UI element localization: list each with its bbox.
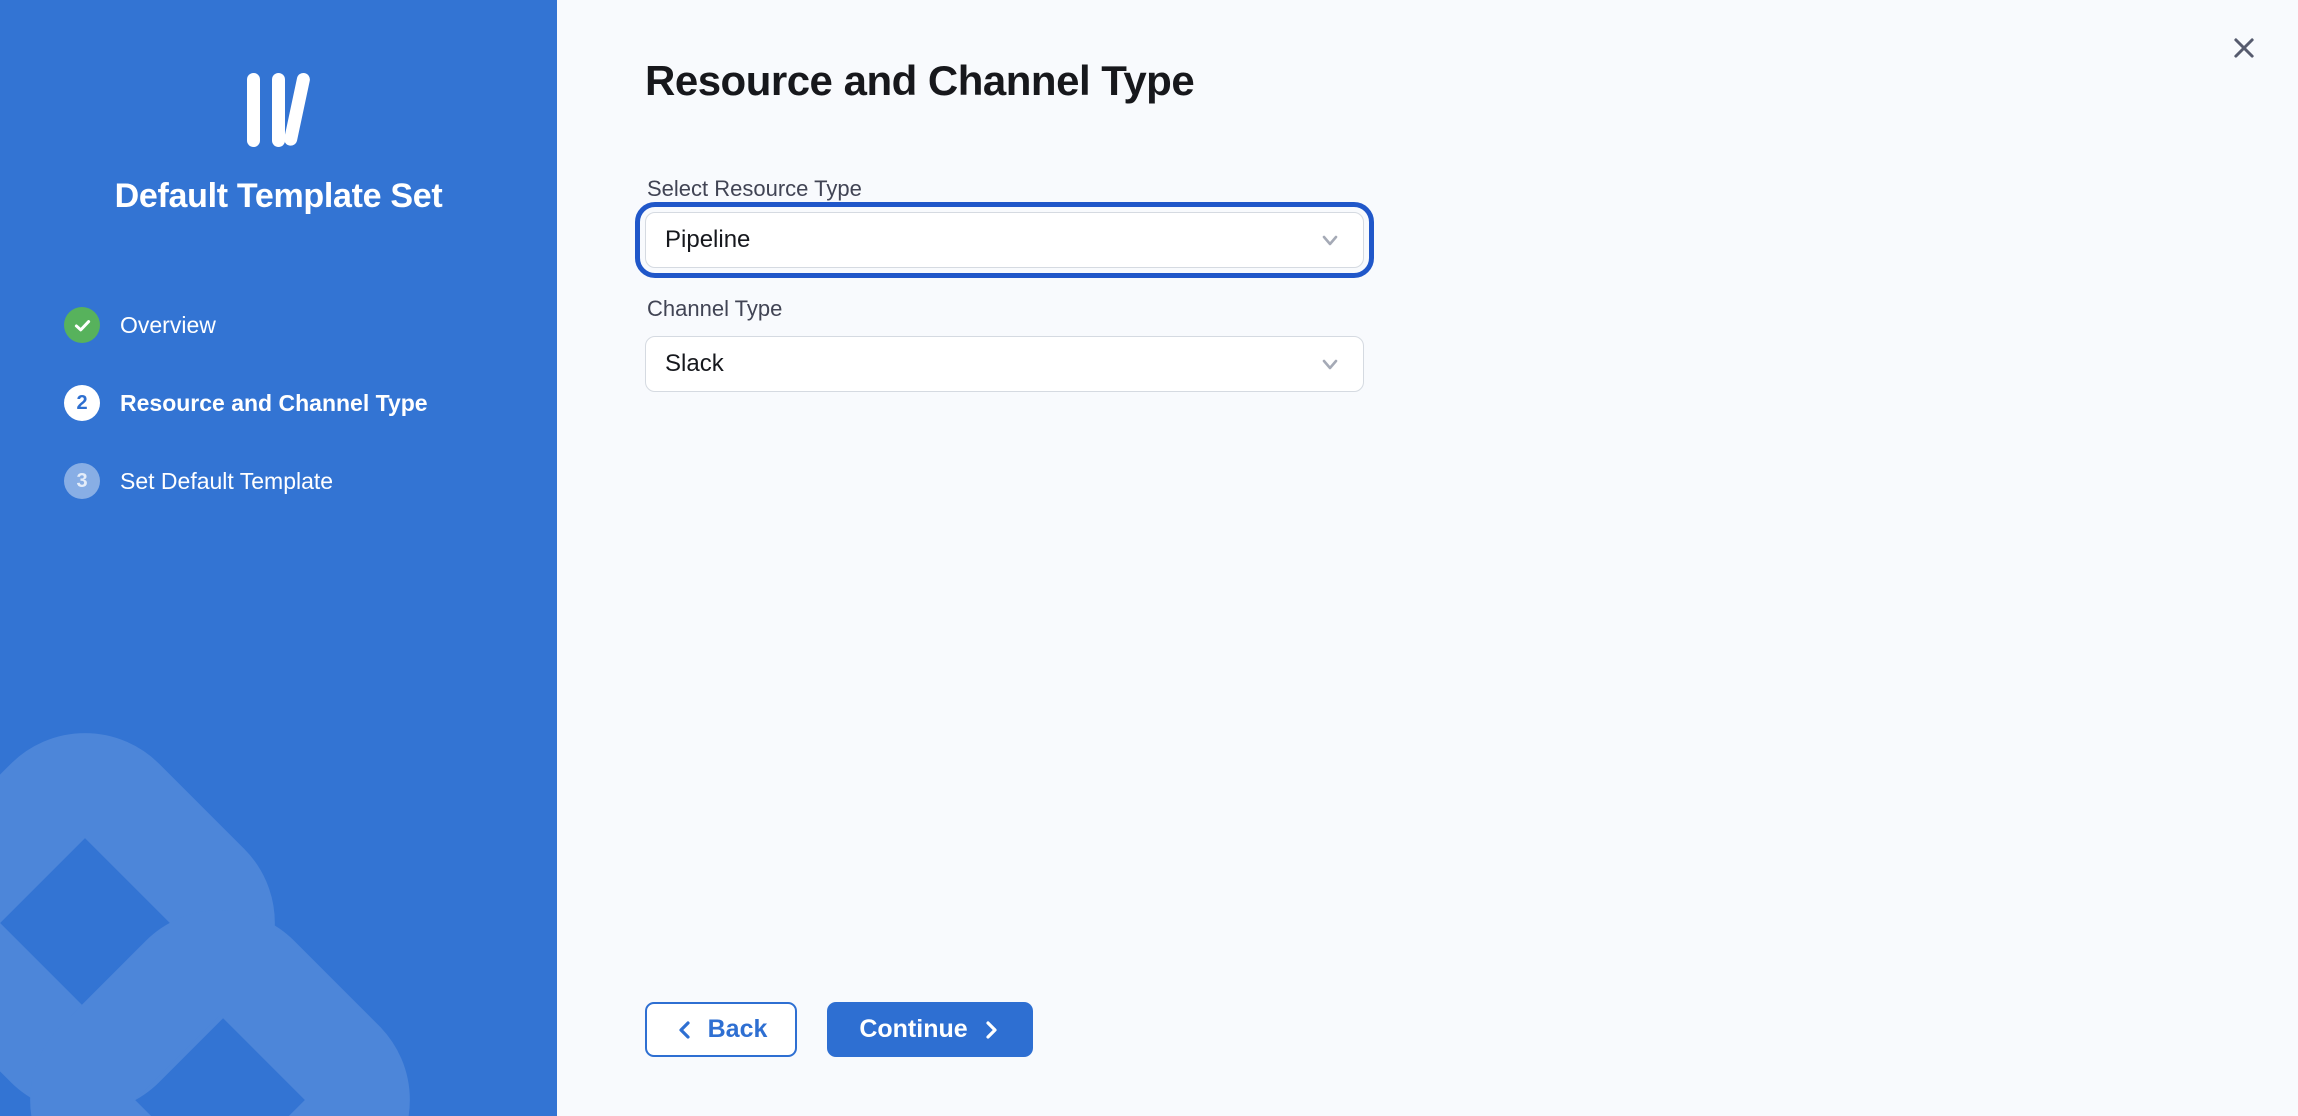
page-title: Resource and Channel Type [645,57,1194,105]
step-label: Set Default Template [120,468,333,495]
resource-type-select[interactable]: Pipeline [645,212,1364,268]
step-resource-and-channel-type[interactable]: 2 Resource and Channel Type [64,385,527,421]
step-number-badge: 2 [64,385,100,421]
resource-channel-form: Select Resource Type Pipeline Channel Ty… [645,178,1364,392]
wizard-footer: Back Continue [645,1002,1033,1057]
step-overview[interactable]: Overview [64,307,527,343]
logo-bar-leaning [283,72,311,147]
chevron-down-icon [1319,229,1341,251]
chevron-down-icon [1319,353,1341,375]
wizard-steps: Overview 2 Resource and Channel Type 3 S… [64,307,527,541]
step-set-default-template[interactable]: 3 Set Default Template [64,463,527,499]
step-complete-badge [64,307,100,343]
continue-button-label: Continue [859,1015,967,1044]
logo-bar [247,73,260,147]
back-button-label: Back [708,1015,768,1044]
back-button[interactable]: Back [645,1002,797,1057]
close-button[interactable] [2222,26,2266,70]
check-icon [72,315,93,336]
wizard-sidebar: Default Template Set Overview 2 Resource… [0,0,557,1116]
step-label: Resource and Channel Type [120,390,428,417]
resource-type-label: Select Resource Type [647,178,1364,200]
channel-type-select[interactable]: Slack [645,336,1364,392]
step-label: Overview [120,312,216,339]
chevron-right-icon [981,1019,1001,1041]
wizard-modal: Default Template Set Overview 2 Resource… [0,0,2298,1116]
close-icon [2229,33,2259,63]
step-number-badge: 3 [64,463,100,499]
chevron-left-icon [675,1019,695,1041]
channel-type-label: Channel Type [647,298,1364,320]
logo-bar [272,73,285,147]
wizard-content: Resource and Channel Type Select Resourc… [557,0,2298,1116]
channel-type-value: Slack [665,350,724,378]
continue-button[interactable]: Continue [827,1002,1033,1057]
resource-type-value: Pipeline [665,226,750,254]
app-logo [0,73,557,149]
wizard-title: Default Template Set [0,177,557,216]
